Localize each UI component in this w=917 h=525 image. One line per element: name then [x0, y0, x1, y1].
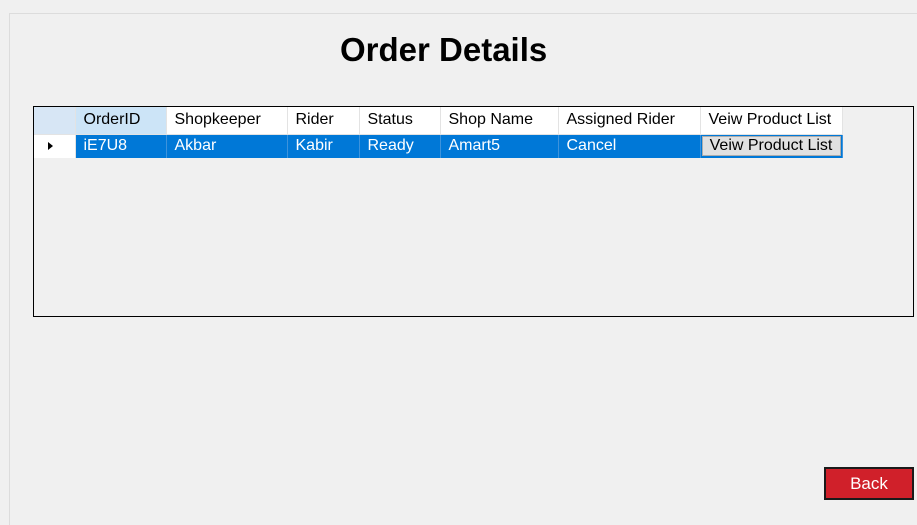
header-row: OrderID Shopkeeper Rider Status Shop Nam… — [34, 107, 843, 135]
cell-rider[interactable]: Kabir — [287, 134, 360, 158]
table-row[interactable]: iE7U8 Akbar Kabir Ready Amart5 Cancel Ve… — [34, 134, 843, 158]
grid-corner-header[interactable] — [34, 107, 76, 135]
column-header-shop-name[interactable]: Shop Name — [440, 107, 559, 135]
current-row-arrow-icon — [47, 142, 53, 151]
column-header-shopkeeper[interactable]: Shopkeeper — [166, 107, 288, 135]
view-product-list-button[interactable]: Veiw Product List — [701, 136, 841, 157]
cell-shop-name[interactable]: Amart5 — [440, 134, 559, 158]
orders-grid[interactable]: OrderID Shopkeeper Rider Status Shop Nam… — [33, 106, 914, 317]
cell-order-id[interactable]: iE7U8 — [75, 134, 167, 158]
column-header-rider[interactable]: Rider — [287, 107, 360, 135]
column-header-view-product-list[interactable]: Veiw Product List — [700, 107, 843, 135]
page-title: Order Details — [340, 31, 548, 68]
column-header-orderid[interactable]: OrderID — [75, 107, 167, 135]
cell-shopkeeper[interactable]: Akbar — [166, 134, 288, 158]
cell-status[interactable]: Ready — [359, 134, 441, 158]
cell-view-product-list: Veiw Product List — [700, 134, 843, 158]
cell-assigned-rider[interactable]: Cancel — [558, 134, 701, 158]
orders-table: OrderID Shopkeeper Rider Status Shop Nam… — [34, 107, 843, 158]
column-header-assigned-rider[interactable]: Assigned Rider — [558, 107, 701, 135]
back-button[interactable]: Back — [824, 467, 914, 500]
row-header[interactable] — [34, 134, 76, 158]
column-header-status[interactable]: Status — [359, 107, 441, 135]
